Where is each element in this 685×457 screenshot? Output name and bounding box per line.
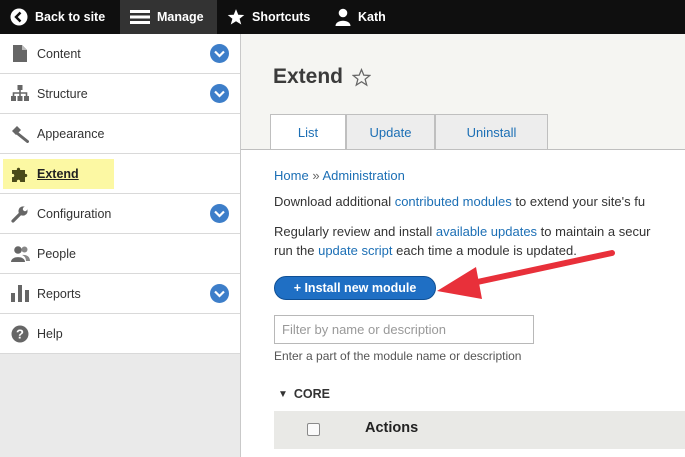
svg-text:?: ? xyxy=(16,326,24,341)
main-region: Extend List Update Uninstall Home » Admi… xyxy=(241,34,685,457)
actions-column-header: Actions xyxy=(365,420,419,436)
arrow-left-icon xyxy=(10,8,28,26)
install-new-module-button[interactable]: + Install new module xyxy=(274,276,436,300)
tabs: List Update Uninstall xyxy=(270,114,548,150)
tab-label: List xyxy=(297,125,319,140)
update-script-pre: run the xyxy=(274,243,319,258)
sidebar-item-label: Structure xyxy=(37,86,88,101)
shortcuts-label: Shortcuts xyxy=(252,10,311,24)
install-button-label: + Install new module xyxy=(293,281,417,295)
sidebar-item-reports[interactable]: Reports xyxy=(0,274,240,314)
paintbrush-icon xyxy=(10,124,30,144)
breadcrumb-administration[interactable]: Administration xyxy=(322,168,404,183)
table-header: Actions xyxy=(274,411,685,449)
sidebar-item-label: Appearance xyxy=(37,126,105,141)
user-icon xyxy=(335,8,351,26)
file-icon xyxy=(10,44,30,64)
triangle-down-icon: ▼ xyxy=(278,388,288,400)
shortcuts-tab[interactable]: Shortcuts xyxy=(217,0,325,34)
sidebar-item-label: Reports xyxy=(37,286,81,301)
core-section-label: CORE xyxy=(293,387,331,401)
sidebar-item-label: Extend xyxy=(37,166,79,181)
breadcrumb: Home » Administration xyxy=(274,168,405,183)
sidebar-item-people[interactable]: People xyxy=(0,234,240,274)
menu-icon xyxy=(130,9,150,25)
page-title: Extend xyxy=(273,65,372,89)
puzzle-icon xyxy=(10,164,30,184)
intro-text-post: to extend your site's fu xyxy=(511,194,646,209)
updates-text-post: to maintain a secur xyxy=(537,224,651,239)
filter-input[interactable] xyxy=(274,315,534,344)
sidebar-item-appearance[interactable]: Appearance xyxy=(0,114,240,154)
sidebar-item-label: Help xyxy=(37,326,63,341)
sidebar-item-configuration[interactable]: Configuration xyxy=(0,194,240,234)
chevron-down-icon[interactable] xyxy=(210,284,229,303)
manage-label: Manage xyxy=(157,10,204,24)
contributed-modules-link[interactable]: contributed modules xyxy=(395,194,512,209)
admin-sidebar: Content Structure Appearance Extend Conf… xyxy=(0,34,241,457)
breadcrumb-separator: » xyxy=(312,168,320,183)
user-tab[interactable]: Kath xyxy=(325,0,405,34)
wrench-icon xyxy=(10,204,30,224)
tab-label: Update xyxy=(369,124,412,140)
content-panel: Home » Administration Download additiona… xyxy=(241,149,685,457)
update-script-text: run the update script each time a module… xyxy=(274,241,577,260)
sitemap-icon xyxy=(10,84,30,104)
star-outline-icon[interactable] xyxy=(351,67,372,87)
tab-update[interactable]: Update xyxy=(346,114,435,149)
chevron-down-icon[interactable] xyxy=(210,204,229,223)
help-icon: ? xyxy=(10,324,30,344)
sidebar-item-help[interactable]: ? Help xyxy=(0,314,240,354)
bar-chart-icon xyxy=(10,284,30,304)
star-icon xyxy=(227,8,245,26)
people-icon xyxy=(10,244,30,264)
filter-help-text: Enter a part of the module name or descr… xyxy=(274,349,522,363)
intro-text-pre: Download additional xyxy=(274,194,395,209)
update-script-link[interactable]: update script xyxy=(318,243,392,258)
intro-text: Download additional contributed modules … xyxy=(274,192,645,211)
chevron-down-icon[interactable] xyxy=(210,44,229,63)
tab-uninstall[interactable]: Uninstall xyxy=(435,114,548,149)
sidebar-item-structure[interactable]: Structure xyxy=(0,74,240,114)
sidebar-item-label: Content xyxy=(37,46,81,61)
updates-text: Regularly review and install available u… xyxy=(274,222,651,241)
tab-label: Uninstall xyxy=(466,124,517,140)
sidebar-item-extend[interactable]: Extend xyxy=(0,154,240,194)
core-section-toggle[interactable]: ▼ CORE xyxy=(278,387,330,401)
user-label: Kath xyxy=(358,10,386,24)
page-title-text: Extend xyxy=(273,65,344,88)
back-to-site-label: Back to site xyxy=(35,10,106,24)
available-updates-link[interactable]: available updates xyxy=(436,224,537,239)
back-to-site-link[interactable]: Back to site xyxy=(0,0,120,34)
update-script-post: each time a module is updated. xyxy=(392,243,577,258)
breadcrumb-home[interactable]: Home xyxy=(274,168,309,183)
sidebar-item-label: People xyxy=(37,246,76,261)
sidebar-item-label: Configuration xyxy=(37,206,112,221)
select-all-checkbox[interactable] xyxy=(307,423,320,436)
admin-toolbar: Back to site Manage Shortcuts Kath xyxy=(0,0,685,34)
updates-text-pre: Regularly review and install xyxy=(274,224,436,239)
chevron-down-icon[interactable] xyxy=(210,84,229,103)
manage-tab[interactable]: Manage xyxy=(120,0,217,34)
sidebar-item-content[interactable]: Content xyxy=(0,34,240,74)
tab-list[interactable]: List xyxy=(270,114,346,150)
